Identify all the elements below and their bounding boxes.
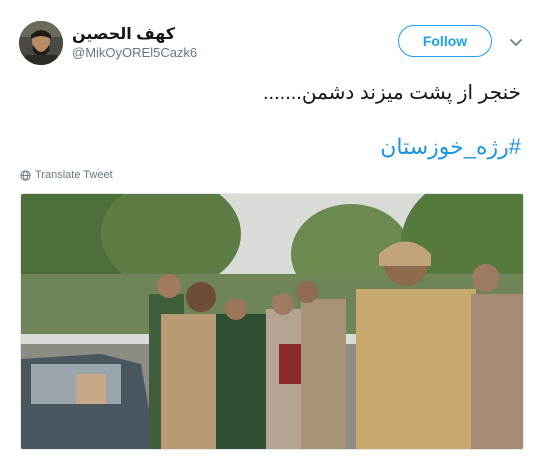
globe-icon bbox=[20, 169, 31, 181]
display-name[interactable]: کهف الحصین bbox=[72, 24, 175, 44]
hashtag-link[interactable]: #رژه_خوزستان bbox=[380, 134, 521, 160]
avatar[interactable] bbox=[19, 21, 63, 65]
username[interactable]: @MikOyOREl5Cazk6 bbox=[72, 45, 197, 60]
tweet-header: کهف الحصین @MikOyOREl5Cazk6 Follow bbox=[0, 0, 541, 80]
follow-button[interactable]: Follow bbox=[398, 25, 492, 57]
translate-label: Translate Tweet bbox=[35, 169, 113, 181]
tweet-text: خنجر از پشت میزند دشمن....... bbox=[262, 82, 521, 104]
avatar-image bbox=[19, 21, 63, 65]
chevron-down-icon[interactable] bbox=[508, 34, 524, 50]
photo-scene bbox=[21, 194, 523, 449]
tweet-photo[interactable] bbox=[20, 193, 524, 450]
translate-tweet-link[interactable]: Translate Tweet bbox=[20, 169, 113, 181]
